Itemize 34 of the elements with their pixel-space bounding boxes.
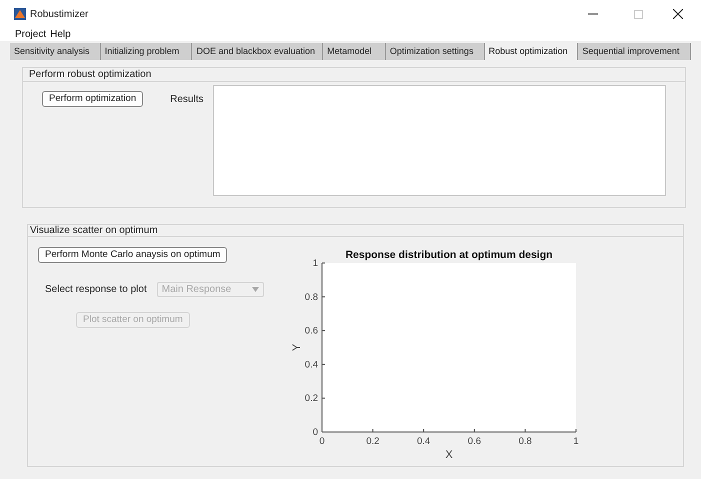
panel-title: Perform robust optimization — [23, 68, 685, 82]
y-tick-label: 0 — [312, 427, 318, 438]
response-label: Select response to plot — [45, 283, 147, 297]
y-tick-label: 0.2 — [304, 393, 318, 404]
y-tick-label: 0.8 — [304, 292, 318, 303]
x-tick-label: 1 — [573, 436, 579, 447]
action-button[interactable]: Perform Monte Carlo anaysis on optimum — [38, 247, 228, 263]
y-tick-label: 0.4 — [304, 359, 318, 370]
action-button[interactable]: Perform optimization — [42, 91, 144, 107]
y-tick-label: 1 — [312, 258, 318, 269]
tab[interactable]: Optimization settings — [386, 43, 485, 60]
y-tick-label: 0.6 — [304, 326, 318, 337]
results-label: Results — [170, 93, 204, 107]
x-tick-label: 0.2 — [366, 436, 380, 447]
x-tick-label: 0.8 — [518, 436, 532, 447]
tab[interactable]: Initializing problem — [100, 43, 192, 60]
x-tick-label: 0.6 — [468, 436, 481, 447]
tab[interactable]: Sequential improvement — [578, 43, 691, 60]
y-axis-label: Y — [291, 344, 303, 352]
tab[interactable]: Robust optimization — [484, 43, 578, 60]
menu-item[interactable]: Project — [15, 27, 46, 42]
chart-title: Response distribution at optimum design — [345, 249, 553, 261]
x-tick-label: 0 — [319, 436, 325, 447]
app-logo-icon — [14, 8, 26, 20]
menu-item[interactable]: Help — [50, 27, 71, 42]
tab[interactable]: DOE and blackbox evaluation — [192, 43, 324, 60]
close-icon[interactable] — [673, 9, 683, 19]
tab[interactable]: Sensitivity analysis — [10, 43, 101, 60]
panel-title: Visualize scatter on optimum — [28, 225, 683, 237]
x-tick-label: 0.4 — [417, 436, 430, 447]
caret-icon — [252, 287, 259, 292]
x-axis-label: X — [445, 449, 453, 461]
tab[interactable]: Metamodel — [323, 43, 386, 60]
window-title: Robustimizer — [30, 8, 88, 22]
